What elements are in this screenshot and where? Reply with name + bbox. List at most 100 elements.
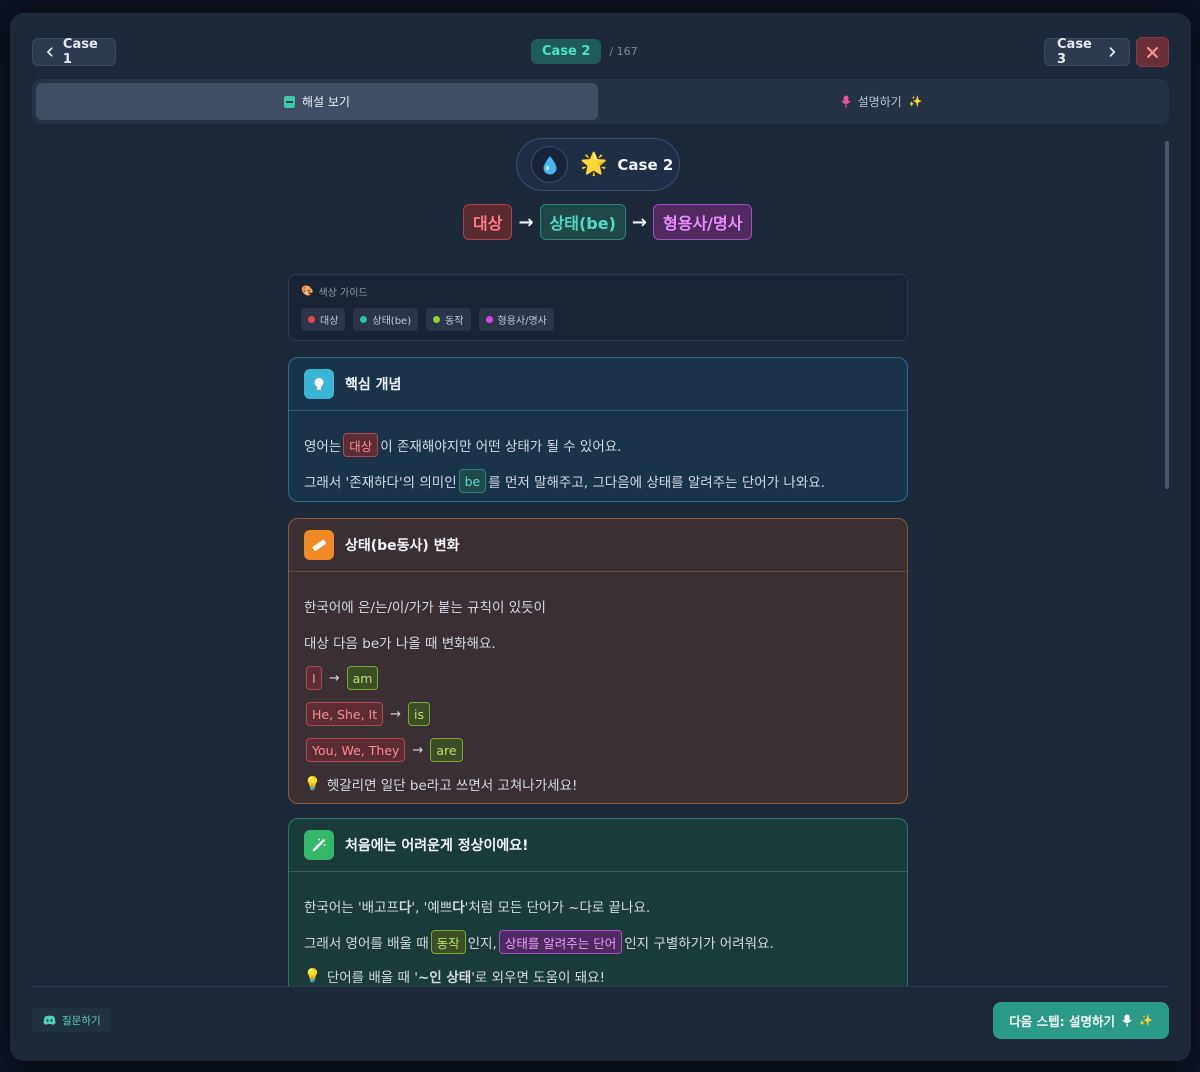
document-icon [284,95,295,108]
subject-tag: You, We, They [306,738,406,762]
current-case-badge: Case 2 [531,39,602,64]
guide-item-label: 동작 [445,316,464,327]
case-title-badge: 🌟 Case 2 [516,138,680,191]
guide-item-subject: 대상 [301,308,346,331]
core-concept-card: 핵심 개념 영어는 대상 이 존재해야지만 어떤 상태가 될 수 있어요. 그래… [288,357,908,502]
difficulty-title: 처음에는 어려운게 정상이에요! [345,838,529,854]
tab-explanation-label: 해설 보기 [302,95,350,109]
text-segment: 이 존재해야지만 어떤 상태가 될 수 있어요. [380,439,622,455]
core-concept-body: 영어는 대상 이 존재해야지만 어떤 상태가 될 수 있어요. 그래서 '존재하… [289,411,907,499]
microphone-icon [1122,1014,1132,1027]
tab-explanation[interactable]: 해설 보기 [36,83,598,120]
color-guide: 🎨 색상 가이드 대상 상태(be) 동작 형용사/명사 [288,274,908,341]
be-verb-header: 상태(be동사) 변화 [289,519,907,572]
water-drop-icon [531,146,568,183]
difficulty-header: 처음에는 어려운게 정상이에요! [289,819,907,872]
sparkle-icon: ✨ [1139,1014,1153,1027]
text-segment: 단어를 배울 때 ' [326,970,418,986]
text-segment: 인지, [467,936,497,952]
lightbulb-icon: 💡 [304,968,321,984]
text-line: 한국어는 '배고프 다 ', '예쁘 다 '처럼 모든 단어가 ~다로 끝나요. [304,888,892,924]
ask-question-label: 질문하기 [62,1014,101,1027]
formula-subject: 대상 [463,204,513,240]
text-segment: 한국어는 '배고프 [304,900,399,916]
color-guide-title: 🎨 색상 가이드 [301,284,368,299]
be-form-tag: am [346,666,379,690]
subject-tag: 대상 [343,433,379,457]
text-segment: 그래서 '존재하다'의 의미인 [304,475,457,491]
ask-question-button[interactable]: 질문하기 [32,1008,111,1032]
formula-complement: 형용사/명사 [653,204,753,240]
prev-case-button[interactable]: Case 1 [32,37,116,67]
tip-line: 💡 단어를 배울 때 ' ~인 상태 '로 외우면 도움이 돼요! [304,960,892,986]
case-indicator: Case 2 / 167 [531,38,638,65]
guide-item-complement: 형용사/명사 [478,308,554,331]
action-tag: 동작 [430,930,466,954]
next-step-label: 다음 스텝: 설명하기 [1009,1014,1115,1029]
footer-divider [32,986,1169,987]
tab-explain-label: 설명하기 [857,95,902,109]
lightbulb-icon [304,369,334,399]
tab-explain[interactable]: 설명하기 ✨ [598,83,1165,120]
tip-text: 헷갈리면 일단 be라고 쓰면서 고쳐나가세요! [326,778,578,794]
ruler-icon [304,530,334,560]
green-dot-icon [433,316,441,323]
be-verb-title: 상태(be동사) 변화 [345,538,460,554]
magic-wand-icon [304,830,334,860]
guide-item-action: 동작 [426,308,471,331]
arrow-right-icon: → [518,211,534,233]
lightbulb-icon: 💡 [304,776,321,792]
next-case-label: Case 3 [1057,37,1092,67]
next-case-button[interactable]: Case 3 [1044,37,1130,67]
chevron-left-icon [47,47,53,57]
difficulty-body: 한국어는 '배고프 다 ', '예쁘 다 '처럼 모든 단어가 ~다로 끝나요. 그래서… [289,872,907,986]
arrow-right-icon: → [412,742,424,758]
teal-dot-icon [360,316,368,323]
guide-item-be: 상태(be) [353,308,419,331]
microphone-icon [841,95,851,108]
arrow-right-icon: → [631,211,648,233]
guide-item-label: 형용사/명사 [497,316,547,327]
text-line: 영어는 대상 이 존재해야지만 어떤 상태가 될 수 있어요. [304,427,892,463]
close-button[interactable] [1136,37,1169,67]
guide-item-label: 대상 [320,316,339,327]
bold-text: ~인 상태 [417,970,472,986]
guide-item-label: 상태(be) [372,316,412,327]
be-verb-body: 한국어에 은/는/이/가가 붙는 규칙이 있듯이 대상 다음 be가 나올 때 … [289,572,907,800]
be-form-tag: are [430,738,463,762]
case-modal: Case 1 Case 2 / 167 Case 3 해설 보기 설명하기 ✨ … [10,13,1191,1061]
subject-tag: He, She, It [306,702,384,726]
be-tag: be [458,469,487,493]
chevron-right-icon [1109,47,1115,57]
text-segment: 그래서 영어를 배울 때 [304,936,429,952]
core-concept-header: 핵심 개념 [289,358,907,411]
scrollbar[interactable] [1165,141,1169,489]
text-segment: ', '예쁘 [411,900,453,916]
red-dot-icon [308,316,315,323]
color-guide-title-text: 색상 가이드 [318,288,368,299]
text-segment: 를 먼저 말해주고, 그다음에 상태를 알려주는 단어가 나와요. [488,475,825,491]
view-tabs: 해설 보기 설명하기 ✨ [32,79,1169,124]
bold-text: 다 [452,900,465,916]
text-line: 한국어에 은/는/이/가가 붙는 규칙이 있듯이 [304,600,546,616]
text-segment: 영어는 [304,439,342,455]
be-form-tag: is [408,702,431,726]
prev-case-label: Case 1 [62,37,98,67]
color-guide-items: 대상 상태(be) 동작 형용사/명사 [301,308,554,331]
case-title: Case 2 [617,155,674,174]
close-icon [1147,46,1158,58]
next-step-button[interactable]: 다음 스텝: 설명하기 ✨ [993,1002,1169,1039]
discord-icon [43,1015,56,1025]
text-line: 그래서 '존재하다'의 의미인 be 를 먼저 말해주고, 그다음에 상태를 알… [304,463,892,499]
text-segment: '로 외우면 도움이 돼요! [471,970,605,986]
be-pair-row: You, We, They → are [304,732,892,768]
bold-text: 다 [398,900,412,916]
text-line: 그래서 영어를 배울 때 동작 인지, 상태를 알려주는 단어 인지 구별하기가… [304,924,892,960]
formula-be: 상태(be) [539,204,626,240]
star-icon: 🌟 [580,151,608,177]
subject-tag: I [306,666,322,690]
sentence-formula: 대상 → 상태(be) → 형용사/명사 [463,204,753,240]
explanation-content[interactable]: 🌟 Case 2 대상 → 상태(be) → 형용사/명사 🎨 색상 가이드 대… [10,136,1191,986]
text-segment: '처럼 모든 단어가 ~다로 끝나요. [464,900,651,916]
case-total-count: / 167 [609,45,638,58]
